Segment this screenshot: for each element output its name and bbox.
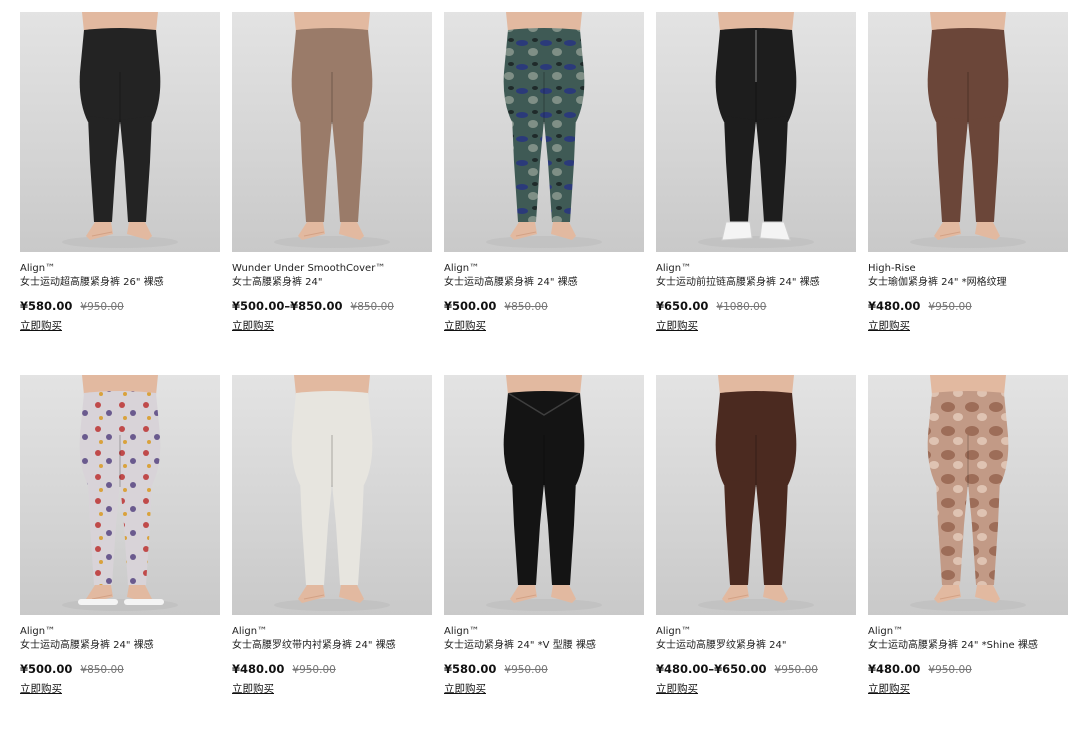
- original-price: ¥950.00: [928, 301, 972, 313]
- leggings-illustration: [274, 375, 390, 611]
- product-card[interactable]: Align™ 女士运动超高腰紧身裤 26" 裸感 ¥580.00 ¥950.00 …: [20, 12, 220, 375]
- product-description: 女士运动超高腰紧身裤 26" 裸感: [20, 277, 164, 288]
- buy-now-link[interactable]: 立即购买: [232, 320, 274, 333]
- product-name: Wunder Under SmoothCover™: [232, 263, 386, 274]
- buy-now-link[interactable]: 立即购买: [868, 320, 910, 333]
- product-description: 女士瑜伽紧身裤 24" *网格纹理: [868, 277, 1007, 288]
- original-price: ¥950.00: [504, 664, 548, 676]
- product-image[interactable]: [656, 12, 856, 252]
- buy-now-link[interactable]: 立即购买: [20, 683, 62, 696]
- product-card[interactable]: Align™ 女士运动高腰紧身裤 24" *Shine 裸感 ¥480.00 ¥9…: [868, 375, 1068, 738]
- product-description: 女士运动前拉链高腰紧身裤 24" 裸感: [656, 277, 820, 288]
- sale-price: ¥500.00–¥850.00: [232, 299, 343, 313]
- original-price: ¥850.00: [80, 664, 124, 676]
- product-card[interactable]: Wunder Under SmoothCover™ 女士高腰紧身裤 24" ¥5…: [232, 12, 432, 375]
- sale-price: ¥580.00: [20, 299, 73, 313]
- product-row: Align™ 女士运动高腰紧身裤 24" 裸感 ¥500.00 ¥850.00 立…: [20, 375, 1080, 738]
- price-line: ¥500.00 ¥850.00: [444, 299, 644, 314]
- leggings-illustration: [910, 375, 1026, 611]
- original-price: ¥950.00: [928, 664, 972, 676]
- sale-price: ¥480.00–¥650.00: [656, 662, 767, 676]
- leggings-illustration: [698, 12, 814, 248]
- leggings-illustration: [62, 12, 178, 248]
- sale-price: ¥650.00: [656, 299, 709, 313]
- sale-price: ¥480.00: [868, 662, 921, 676]
- product-card[interactable]: Align™ 女士运动高腰紧身裤 24" 裸感 ¥500.00 ¥850.00 立…: [20, 375, 220, 738]
- product-name: Align™: [232, 626, 268, 637]
- buy-now-link[interactable]: 立即购买: [868, 683, 910, 696]
- original-price: ¥850.00: [350, 301, 394, 313]
- product-grid: Align™ 女士运动超高腰紧身裤 26" 裸感 ¥580.00 ¥950.00 …: [20, 12, 1080, 738]
- product-description: 女士高腰罗纹带内衬紧身裤 24" 裸感: [232, 640, 396, 651]
- leggings-illustration: [486, 12, 602, 248]
- original-price: ¥1080.00: [716, 301, 767, 313]
- product-name: Align™: [656, 626, 692, 637]
- leggings-illustration: [274, 12, 390, 248]
- price-line: ¥480.00 ¥950.00: [868, 299, 1068, 314]
- product-name: Align™: [20, 263, 56, 274]
- product-image[interactable]: [232, 12, 432, 252]
- product-image[interactable]: [868, 12, 1068, 252]
- price-line: ¥580.00 ¥950.00: [444, 662, 644, 677]
- product-image[interactable]: [20, 375, 220, 615]
- price-line: ¥500.00 ¥850.00: [20, 662, 220, 677]
- price-line: ¥480.00–¥650.00 ¥950.00: [656, 662, 856, 677]
- leggings-illustration: [62, 375, 178, 611]
- original-price: ¥950.00: [292, 664, 336, 676]
- sale-price: ¥500.00: [20, 662, 73, 676]
- original-price: ¥950.00: [774, 664, 818, 676]
- buy-now-link[interactable]: 立即购买: [444, 320, 486, 333]
- product-description: 女士高腰紧身裤 24": [232, 277, 323, 288]
- product-description: 女士运动高腰罗纹紧身裤 24": [656, 640, 787, 651]
- leggings-illustration: [910, 12, 1026, 248]
- original-price: ¥950.00: [80, 301, 124, 313]
- product-image[interactable]: [20, 12, 220, 252]
- product-card[interactable]: Align™ 女士运动紧身裤 24" *V 型腰 裸感 ¥580.00 ¥950.…: [444, 375, 644, 738]
- product-card[interactable]: Align™ 女士运动高腰紧身裤 24" 裸感 ¥500.00 ¥850.00 立…: [444, 12, 644, 375]
- product-image[interactable]: [232, 375, 432, 615]
- product-name: High-Rise: [868, 263, 916, 274]
- product-card[interactable]: Align™ 女士运动前拉链高腰紧身裤 24" 裸感 ¥650.00 ¥1080.…: [656, 12, 856, 375]
- price-line: ¥580.00 ¥950.00: [20, 299, 220, 314]
- sale-price: ¥480.00: [232, 662, 285, 676]
- sale-price: ¥580.00: [444, 662, 497, 676]
- product-card[interactable]: Align™ 女士高腰罗纹带内衬紧身裤 24" 裸感 ¥480.00 ¥950.0…: [232, 375, 432, 738]
- product-name: Align™: [444, 263, 480, 274]
- price-line: ¥500.00–¥850.00 ¥850.00: [232, 299, 432, 314]
- product-image[interactable]: [444, 375, 644, 615]
- product-card[interactable]: Align™ 女士运动高腰罗纹紧身裤 24" ¥480.00–¥650.00 ¥9…: [656, 375, 856, 738]
- product-name: Align™: [868, 626, 904, 637]
- product-description: 女士运动高腰紧身裤 24" *Shine 裸感: [868, 640, 1038, 651]
- product-card[interactable]: High-Rise 女士瑜伽紧身裤 24" *网格纹理 ¥480.00 ¥950.…: [868, 12, 1068, 375]
- product-description: 女士运动高腰紧身裤 24" 裸感: [20, 640, 154, 651]
- leggings-illustration: [698, 375, 814, 611]
- product-image[interactable]: [868, 375, 1068, 615]
- product-name: Align™: [20, 626, 56, 637]
- price-line: ¥650.00 ¥1080.00: [656, 299, 856, 314]
- price-line: ¥480.00 ¥950.00: [232, 662, 432, 677]
- original-price: ¥850.00: [504, 301, 548, 313]
- sale-price: ¥480.00: [868, 299, 921, 313]
- product-image[interactable]: [444, 12, 644, 252]
- buy-now-link[interactable]: 立即购买: [656, 320, 698, 333]
- buy-now-link[interactable]: 立即购买: [20, 320, 62, 333]
- product-row: Align™ 女士运动超高腰紧身裤 26" 裸感 ¥580.00 ¥950.00 …: [20, 12, 1080, 375]
- product-description: 女士运动紧身裤 24" *V 型腰 裸感: [444, 640, 596, 651]
- buy-now-link[interactable]: 立即购买: [444, 683, 486, 696]
- product-name: Align™: [656, 263, 692, 274]
- sale-price: ¥500.00: [444, 299, 497, 313]
- buy-now-link[interactable]: 立即购买: [656, 683, 698, 696]
- product-description: 女士运动高腰紧身裤 24" 裸感: [444, 277, 578, 288]
- buy-now-link[interactable]: 立即购买: [232, 683, 274, 696]
- price-line: ¥480.00 ¥950.00: [868, 662, 1068, 677]
- product-name: Align™: [444, 626, 480, 637]
- product-image[interactable]: [656, 375, 856, 615]
- leggings-illustration: [486, 375, 602, 611]
